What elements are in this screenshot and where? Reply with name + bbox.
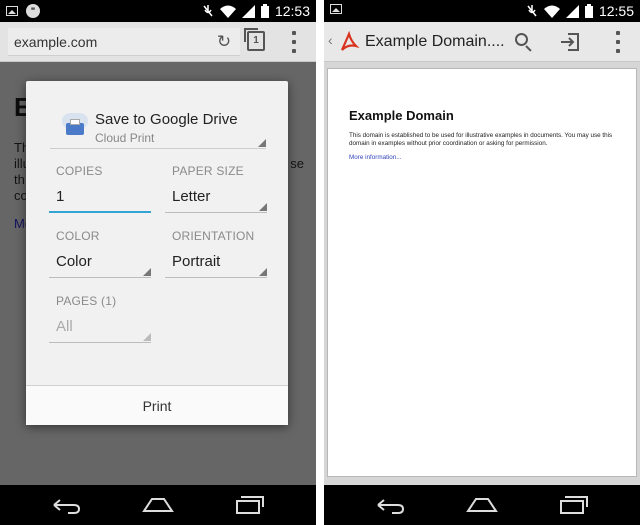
pdf-heading: Example Domain [349,108,454,123]
cloud-print-icon [62,113,88,137]
color-spinner[interactable]: Color [49,248,151,278]
url-bar[interactable]: example.com ↻ [8,28,240,56]
status-time: 12:55 [598,3,634,19]
home-icon[interactable] [138,491,178,519]
battery-icon [584,4,593,18]
reload-icon[interactable]: ↻ [214,32,234,52]
color-label: COLOR [56,229,100,243]
back-icon[interactable] [46,491,86,519]
back-icon[interactable] [370,491,410,519]
pdf-viewer-area[interactable]: Example Domain This domain is establishe… [324,62,640,485]
mute-icon [527,5,537,17]
status-bar: " 12:53 [0,0,316,22]
open-in-icon[interactable] [559,31,581,53]
browser-toolbar: example.com ↻ 1 [0,22,316,62]
navigation-bar [324,485,640,525]
printer-destination-spinner[interactable]: Save to Google Drive Cloud Print [50,103,266,149]
navigation-bar [0,485,316,525]
orientation-label: ORIENTATION [172,229,255,243]
pages-value: All [56,318,73,335]
copies-input[interactable]: 1 [49,183,151,213]
url-text: example.com [14,34,98,50]
signal-icon [565,4,579,18]
pdf-page: Example Domain This domain is establishe… [327,68,637,477]
tab-switcher-icon[interactable]: 1 [244,28,265,51]
gallery-icon [330,4,342,14]
print-dialog: Save to Google Drive Cloud Print COPIES … [26,81,288,425]
battery-icon [260,4,269,18]
destination-title: Save to Google Drive [95,111,238,128]
document-title: Example Domain.... [365,33,505,50]
status-bar: 12:55 [324,0,640,22]
dropdown-arrow-icon [259,268,267,276]
pdf-action-bar: ‹ Example Domain.... [324,22,640,62]
wifi-icon [219,5,236,18]
copies-label: COPIES [56,164,103,178]
pdf-more-info-link[interactable]: More information... [349,154,402,161]
destination-subtitle: Cloud Print [95,131,155,145]
paper-size-value: Letter [172,188,211,205]
orientation-spinner[interactable]: Portrait [165,248,267,278]
pdf-paragraph: This domain is established to be used fo… [349,132,613,147]
wifi-icon [543,5,560,18]
pages-label: PAGES (1) [56,294,117,308]
hangouts-icon: " [26,4,40,18]
dropdown-arrow-icon [258,139,266,147]
mute-icon [203,5,213,17]
orientation-value: Portrait [172,253,221,270]
up-caret-icon[interactable]: ‹ [328,32,333,48]
home-icon[interactable] [462,491,502,519]
search-icon[interactable] [514,32,534,52]
pdf-app-icon[interactable] [338,30,360,53]
dropdown-arrow-icon [143,268,151,276]
paper-size-spinner[interactable]: Letter [165,183,267,213]
print-button-bar: Print [26,385,288,425]
paper-size-label: PAPER SIZE [172,164,244,178]
menu-overflow-icon[interactable] [615,31,621,53]
dropdown-arrow-icon [259,203,267,211]
recents-icon[interactable] [552,491,592,519]
right-phone-screen: 12:55 ‹ Example Domain.... Example Domai… [324,0,640,525]
status-time: 12:53 [274,3,310,19]
signal-icon [241,4,255,18]
copies-value: 1 [56,188,65,205]
dropdown-arrow-icon [143,333,151,341]
pages-spinner: All [49,313,151,343]
left-phone-screen: " 12:53 example.com ↻ 1 E Th illu se th … [0,0,316,525]
color-value: Color [56,253,92,270]
menu-overflow-icon[interactable] [291,31,297,53]
gallery-icon [6,6,18,16]
print-button[interactable]: Print [26,386,288,426]
recents-icon[interactable] [228,491,268,519]
